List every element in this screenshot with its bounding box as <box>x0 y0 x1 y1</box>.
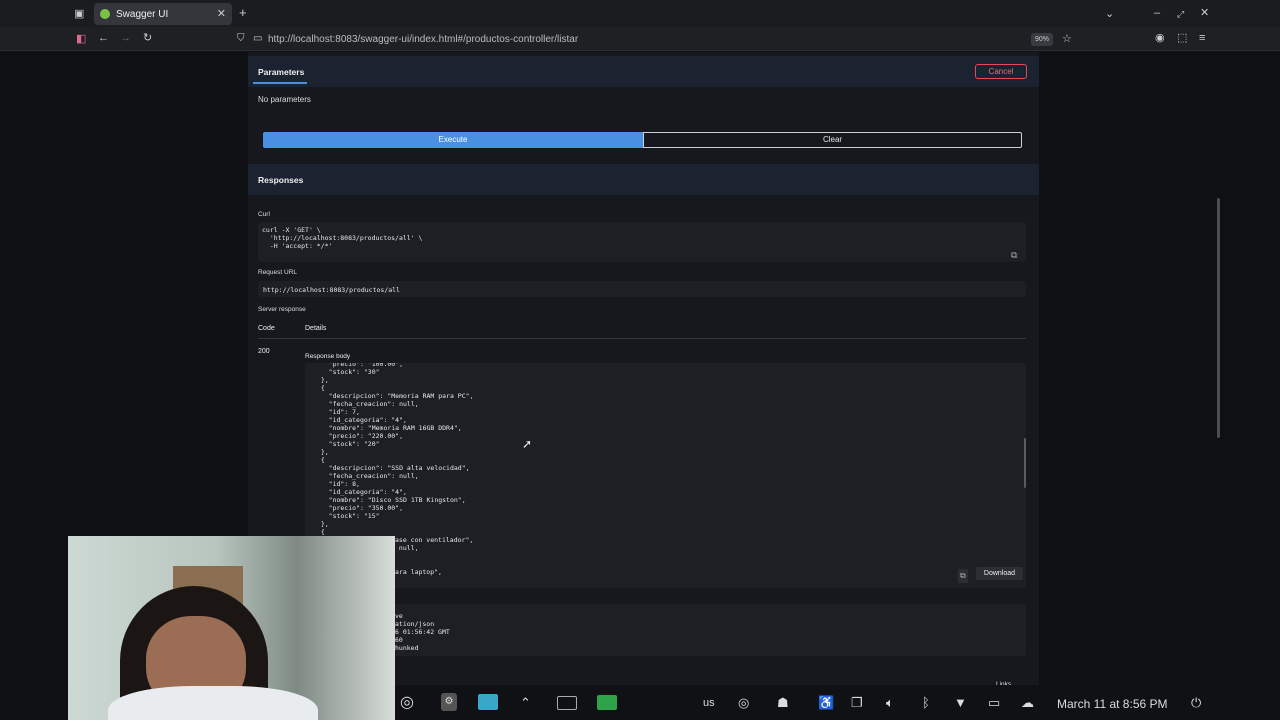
forward-icon[interactable]: → <box>120 32 131 44</box>
url-text: http://localhost:8083/swagger-ui/index.h… <box>268 33 579 45</box>
page-scrollbar[interactable] <box>1217 198 1220 438</box>
tab-title: Swagger UI <box>116 8 169 20</box>
responses-header <box>248 164 1039 195</box>
response-body-box[interactable]: "precio": "100.00", "stock": "30" }, { "… <box>305 363 1026 588</box>
nav-bar: ◧ ← → ↻ ⛉ ▭ http://localhost:8083/swagge… <box>0 27 1280 51</box>
bookmark-star-icon[interactable]: ☆ <box>1062 33 1072 45</box>
minimize-icon[interactable]: – <box>1154 7 1160 19</box>
power-icon[interactable]: ⏻ <box>1191 695 1201 711</box>
settings-app-icon[interactable]: ⚙ <box>441 693 457 711</box>
screen-record-icon[interactable] <box>557 696 577 710</box>
request-url-label: Request URL <box>258 269 298 276</box>
volume-icon[interactable]: 🔈︎ <box>886 695 894 711</box>
divider <box>258 338 1026 339</box>
parameters-tab-underline <box>253 82 307 84</box>
execute-button[interactable]: Execute <box>263 132 643 148</box>
person-shirt <box>108 686 318 720</box>
close-tab-icon[interactable]: ✕ <box>217 7 226 20</box>
system-monitor-icon[interactable] <box>597 695 617 710</box>
chevron-down-icon[interactable]: ⌄ <box>1105 8 1114 20</box>
bluetooth-icon[interactable]: ᛒ <box>922 695 930 710</box>
swagger-favicon-icon <box>100 9 110 19</box>
server-response-label: Server response <box>258 306 306 313</box>
response-headers-box: ve ation/json 6 01:56:42 GMT 60 hunked <box>305 604 1026 656</box>
page-info-icon[interactable]: ▭ <box>253 33 262 45</box>
curl-code-box: curl -X 'GET' \ 'http://localhost:8083/p… <box>258 222 1026 262</box>
cancel-button[interactable]: Cancel <box>975 64 1027 79</box>
response-body-tail: ase con ventilador", null, ara laptop", <box>395 536 474 576</box>
response-code: 200 <box>258 348 270 355</box>
windows-icon[interactable]: ❐ <box>851 695 863 711</box>
response-headers-tail: ve ation/json 6 01:56:42 GMT 60 hunked <box>395 612 450 652</box>
request-url: http://localhost:8083/productos/all <box>263 286 400 294</box>
mouse-cursor-icon: ➚ <box>522 437 533 451</box>
request-url-box: http://localhost:8083/productos/all <box>258 281 1026 297</box>
chat-icon[interactable]: ☁ <box>1021 695 1034 711</box>
wifi-icon[interactable]: ▼ <box>954 695 967 710</box>
download-button[interactable]: Download <box>976 567 1023 580</box>
docker-icon[interactable]: ☗ <box>777 695 789 711</box>
battery-icon[interactable]: ▭ <box>988 695 1000 711</box>
parameters-header <box>248 56 1039 87</box>
zoom-indicator[interactable]: 90% <box>1031 33 1053 46</box>
new-tab-icon[interactable]: + <box>239 6 247 19</box>
clear-button[interactable]: Clear <box>643 132 1022 148</box>
sidebar-icon[interactable]: ◧ <box>76 33 86 45</box>
maximize-icon[interactable]: ⤢ <box>1177 8 1184 20</box>
account-icon[interactable]: ◉ <box>1155 32 1165 44</box>
response-body: "precio": "100.00", "stock": "30" }, { "… <box>320 363 474 536</box>
image-viewer-icon[interactable] <box>478 694 498 710</box>
extensions-icon[interactable]: ⬚ <box>1177 32 1187 44</box>
curl-code: curl -X 'GET' \ 'http://localhost:8083/p… <box>262 226 423 250</box>
obs-tray-icon[interactable]: ◎ <box>738 695 749 711</box>
address-bar[interactable]: ⛉ ▭ http://localhost:8083/swagger-ui/ind… <box>232 29 1078 49</box>
keyboard-layout[interactable]: us <box>703 697 715 709</box>
curl-label: Curl <box>258 211 270 218</box>
code-header: Code <box>258 325 275 332</box>
parameters-title: Parameters <box>258 67 305 77</box>
details-header: Details <box>305 325 327 332</box>
shield-icon[interactable]: ⛉ <box>237 33 245 45</box>
tab-bar: ▣ Swagger UI ✕ + ⌄ – ⤢ ✕ <box>0 0 1280 27</box>
response-body-label: Response body <box>305 353 351 360</box>
reload-icon[interactable]: ↻ <box>143 32 152 44</box>
tab-list-icon[interactable]: ▣ <box>74 8 84 20</box>
webcam-overlay <box>68 536 395 720</box>
copy-icon[interactable]: ⧉ <box>1011 249 1017 261</box>
chevron-up-icon[interactable]: ⌃ <box>520 695 531 711</box>
accessibility-icon[interactable]: ♿ <box>818 695 834 711</box>
responses-title: Responses <box>258 175 304 185</box>
clock[interactable]: March 11 at 8:56 PM <box>1057 697 1168 711</box>
response-scrollbar[interactable] <box>1024 438 1026 488</box>
copy-response-icon[interactable]: ⧉ <box>958 569 968 583</box>
back-icon[interactable]: ← <box>98 32 109 44</box>
no-parameters-text: No parameters <box>258 95 311 104</box>
menu-icon[interactable]: ≡ <box>1199 32 1205 44</box>
obs-icon[interactable]: ◎ <box>400 692 414 712</box>
browser-tab[interactable]: Swagger UI ✕ <box>94 3 232 25</box>
close-window-icon[interactable]: ✕ <box>1200 7 1209 19</box>
